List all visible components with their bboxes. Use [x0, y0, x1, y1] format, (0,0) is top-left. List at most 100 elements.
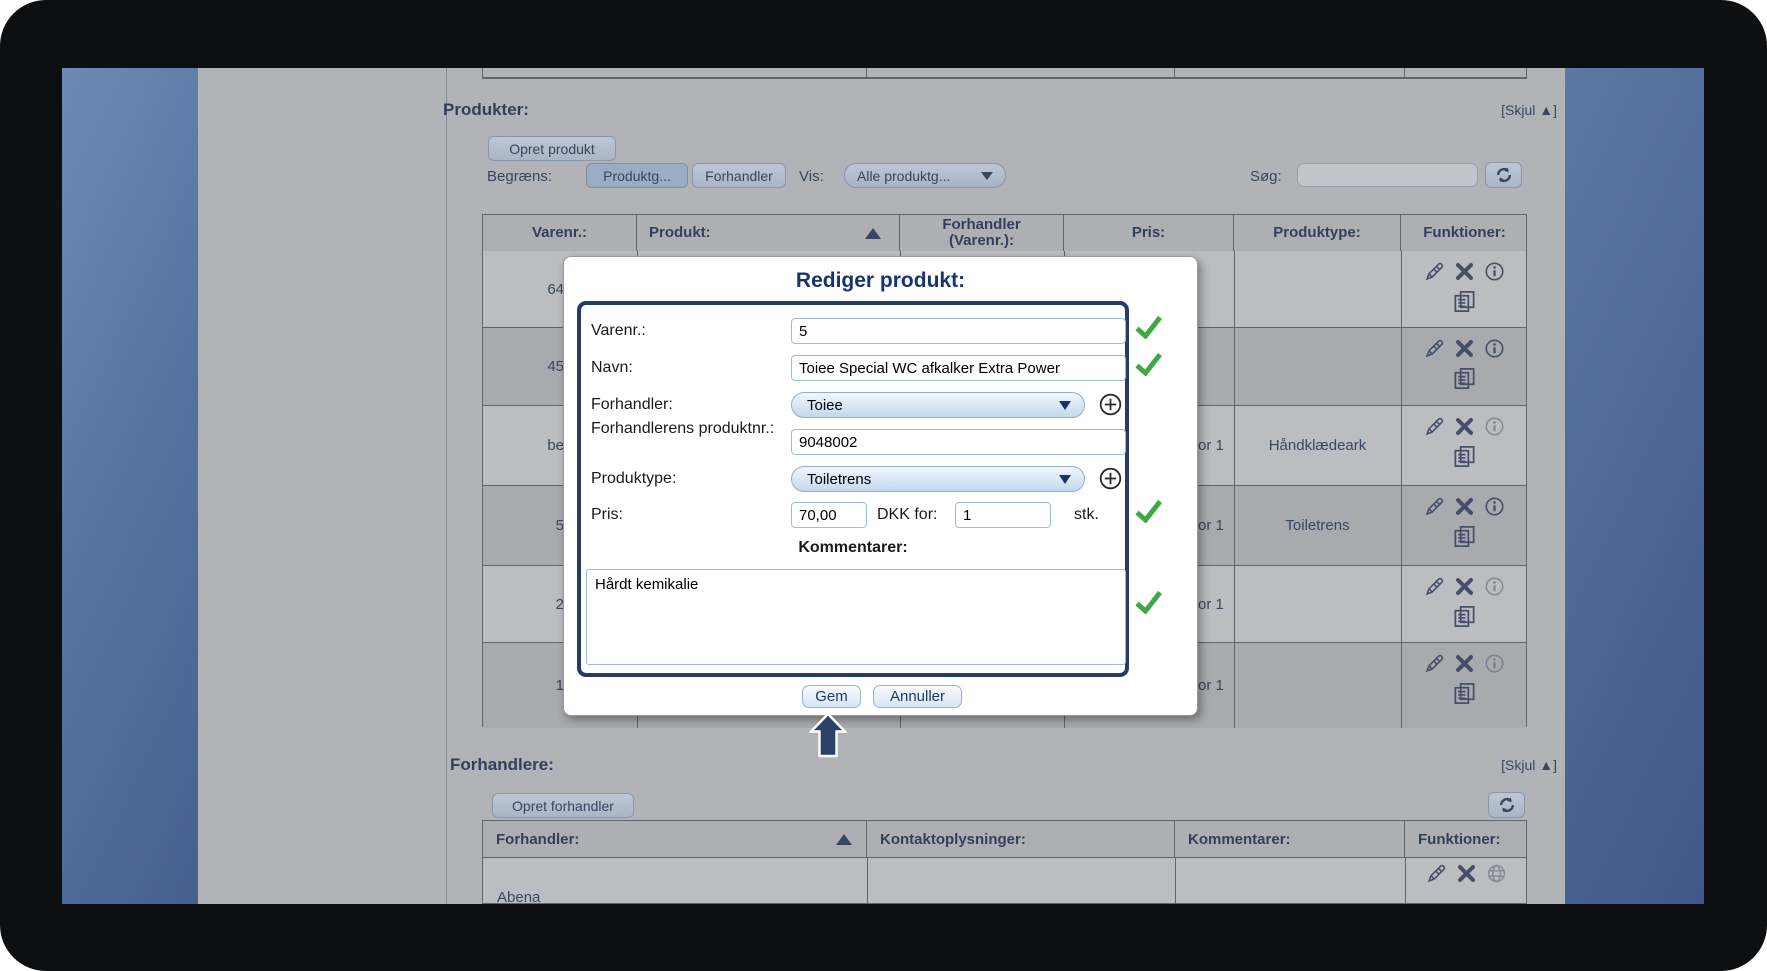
quantity-input[interactable]: 1 [955, 502, 1051, 528]
pointer-arrow-annotation [809, 712, 847, 758]
header-kommentarer[interactable]: Kommentarer: [1175, 821, 1405, 858]
edit-icon[interactable] [1424, 496, 1445, 517]
create-product-button[interactable]: Opret produkt [488, 136, 616, 161]
copy-icon[interactable] [1452, 444, 1477, 469]
header-pris[interactable]: Pris: [1064, 215, 1234, 251]
produktype-label: Produktype: [591, 470, 676, 488]
cell-funktioner [1401, 486, 1528, 565]
header-produktype[interactable]: Produktype: [1234, 215, 1401, 251]
edit-icon[interactable] [1424, 338, 1445, 359]
comments-textarea[interactable]: Hårdt kemikalie [586, 569, 1126, 665]
cancel-button[interactable]: Annuller [873, 685, 962, 708]
cell-funktioner [1401, 328, 1528, 405]
dealers-collapse-link[interactable]: [Skjul ▲] [1490, 757, 1557, 773]
delete-icon[interactable] [1456, 863, 1477, 884]
product-form-fieldset: Varenr.: 5 Navn: Toiee Special WC afkalk… [577, 301, 1129, 677]
produktype-select[interactable]: Toiletrens [791, 466, 1085, 492]
desktop-background-left [62, 68, 198, 904]
add-dealer-icon[interactable] [1099, 393, 1122, 416]
forhandler-select[interactable]: Toiee [791, 392, 1085, 418]
varenr-input[interactable]: 5 [791, 318, 1126, 344]
refresh-products-button[interactable] [1485, 162, 1522, 188]
cell-produktype [1234, 251, 1401, 327]
info-icon[interactable] [1484, 576, 1505, 597]
header-kontaktoplysninger[interactable]: Kontaktoplysninger: [867, 821, 1175, 858]
screenshot: Produkter: [Skjul ▲] Opret produkt Begræ… [0, 0, 1767, 971]
content-divider-line [446, 68, 447, 904]
info-icon[interactable] [1484, 416, 1505, 437]
cell-varenr: 1 [483, 643, 564, 728]
delete-icon[interactable] [1454, 338, 1475, 359]
info-icon[interactable] [1484, 653, 1505, 674]
header-forhandler[interactable]: Forhandler: [483, 821, 867, 858]
filter-productgroup-button[interactable]: Produktg... [586, 163, 688, 188]
info-icon[interactable] [1484, 496, 1505, 517]
edit-icon[interactable] [1424, 576, 1445, 597]
cell-produktype [1234, 643, 1401, 728]
chevron-down-icon [981, 172, 993, 180]
valid-check-icon [1135, 591, 1162, 614]
cell-produktype: Håndklædeark [1234, 406, 1401, 485]
cell-dealer-name: Abena [497, 889, 540, 904]
dealers-table: Forhandler: Kontaktoplysninger: Kommenta… [482, 820, 1527, 904]
copy-icon[interactable] [1452, 524, 1477, 549]
copy-icon[interactable] [1452, 681, 1477, 706]
search-label: Søg: [1250, 168, 1282, 185]
cell-funktioner [1405, 863, 1527, 884]
forhandler-produktnr-input[interactable]: 9048002 [791, 429, 1126, 455]
create-dealer-button[interactable]: Opret forhandler [492, 793, 634, 818]
info-icon[interactable] [1484, 261, 1505, 282]
varenr-label: Varenr.: [591, 322, 646, 340]
valid-check-icon [1135, 353, 1162, 376]
delete-icon[interactable] [1454, 496, 1475, 517]
cell-produktype [1234, 566, 1401, 642]
header-produkt[interactable]: Produkt: [637, 215, 900, 251]
cell-varenr: 45 [483, 328, 564, 405]
chevron-down-icon [1059, 475, 1071, 484]
dealers-table-header: Forhandler: Kontaktoplysninger: Kommenta… [483, 821, 1526, 858]
productgroup-select[interactable]: Alle produktg... [844, 163, 1006, 188]
search-input[interactable] [1297, 163, 1478, 187]
productgroup-select-value: Alle produktg... [857, 168, 950, 184]
add-produktype-icon[interactable] [1099, 467, 1122, 490]
copy-icon[interactable] [1452, 289, 1477, 314]
pris-input[interactable]: 70,00 [791, 502, 867, 528]
edit-icon[interactable] [1424, 653, 1445, 674]
header-varenr[interactable]: Varenr.: [483, 215, 637, 251]
header-funktioner: Funktioner: [1401, 215, 1528, 251]
cell-pris-fragment: or 1 [1198, 486, 1234, 565]
edit-icon[interactable] [1424, 261, 1445, 282]
cell-produktype [1234, 328, 1401, 405]
cell-funktioner [1401, 566, 1528, 642]
products-section-title: Produkter: [443, 100, 529, 120]
edit-product-dialog: Rediger produkt: Varenr.: 5 Navn: Toiee … [563, 256, 1198, 716]
refresh-dealers-button[interactable] [1488, 792, 1525, 818]
copy-icon[interactable] [1452, 604, 1477, 629]
cell-funktioner [1401, 251, 1528, 327]
forhandler-select-value: Toiee [807, 397, 843, 414]
cell-varenr: 64 [483, 251, 564, 327]
globe-icon[interactable] [1486, 863, 1507, 884]
products-collapse-link[interactable]: [Skjul ▲] [1490, 102, 1557, 118]
delete-icon[interactable] [1454, 576, 1475, 597]
view-label: Vis: [799, 168, 824, 185]
copy-icon[interactable] [1452, 366, 1477, 391]
filter-dealer-button[interactable]: Forhandler [692, 163, 786, 188]
refresh-icon [1494, 165, 1514, 185]
delete-icon[interactable] [1454, 416, 1475, 437]
dialog-title: Rediger produkt: [564, 269, 1197, 293]
header-forhandler[interactable]: Forhandler (Varenr.): [900, 215, 1064, 251]
edit-icon[interactable] [1424, 416, 1445, 437]
delete-icon[interactable] [1454, 261, 1475, 282]
valid-check-icon [1135, 500, 1162, 523]
dealers-section-title: Forhandlere: [450, 755, 554, 775]
navn-input[interactable]: Toiee Special WC afkalker Extra Power [791, 355, 1126, 381]
chevron-down-icon [1059, 401, 1071, 410]
delete-icon[interactable] [1454, 653, 1475, 674]
save-button[interactable]: Gem [802, 685, 861, 708]
cell-varenr: 5 [483, 486, 564, 565]
stk-label: stk. [1074, 506, 1099, 524]
info-icon[interactable] [1484, 338, 1505, 359]
edit-icon[interactable] [1426, 863, 1447, 884]
forhandler-label: Forhandler: [591, 396, 673, 414]
